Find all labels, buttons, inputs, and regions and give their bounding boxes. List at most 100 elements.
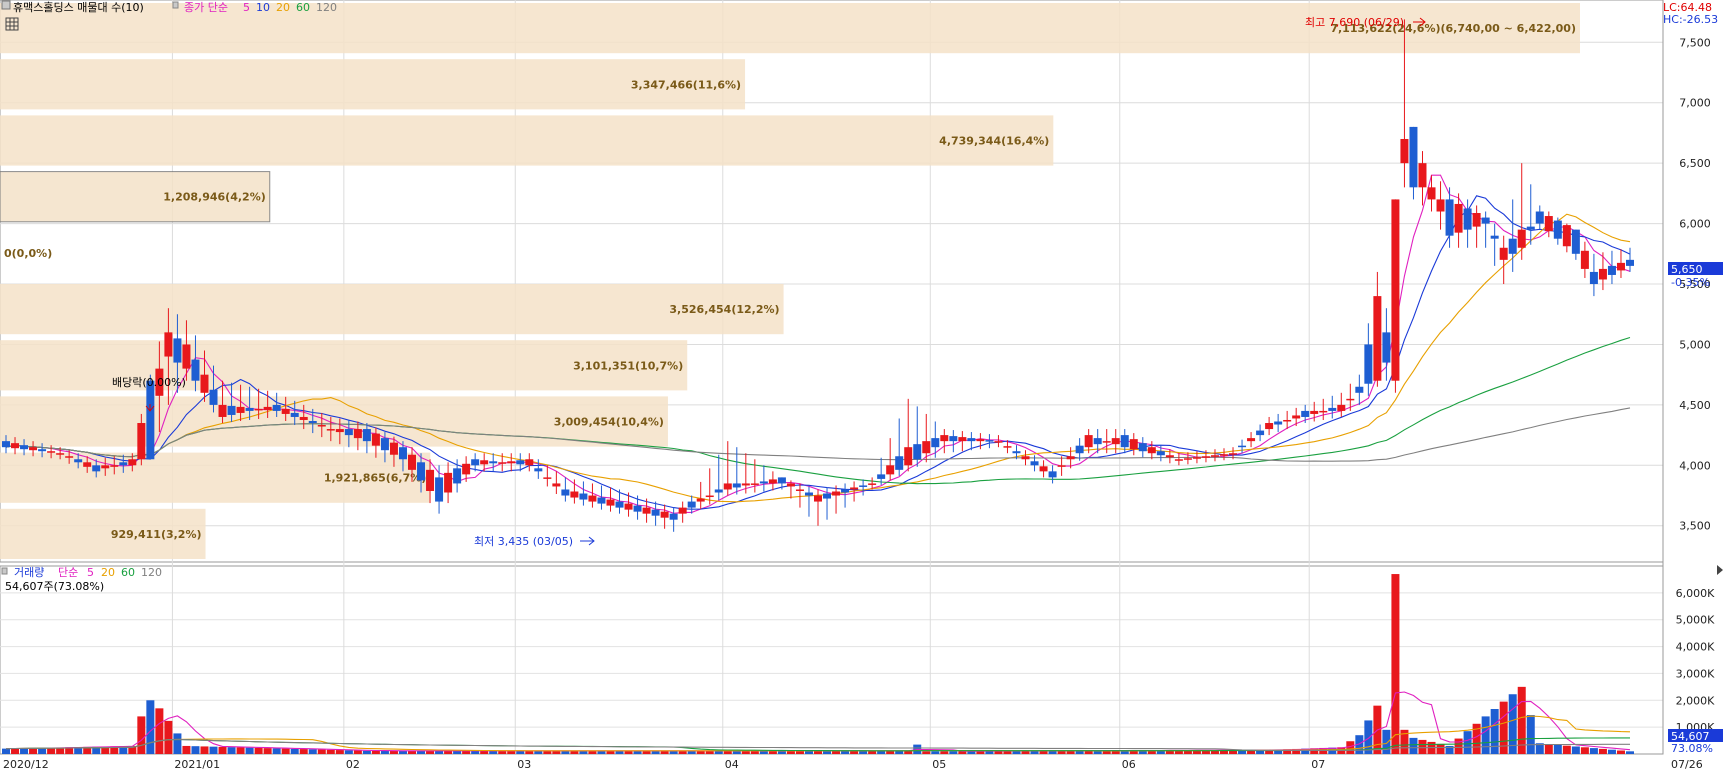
candle-body [814,495,822,502]
candle-body [489,461,498,464]
candle-body [326,429,335,431]
candle-body [1120,435,1129,448]
candle-body [850,487,859,490]
candle-body [615,501,624,508]
volume-bar [931,751,940,754]
candle-body [777,477,786,484]
volume-tick-label: 4,000K [1676,641,1715,654]
candle-body [804,492,813,496]
volume-bar [949,751,958,754]
candle-body [985,440,994,442]
candle-body [1382,332,1391,363]
candle-body [1445,199,1454,236]
volume-profile-label: 4,739,344(16,4%) [939,135,1049,148]
candle-body [498,462,507,464]
volume-bar [155,708,164,754]
candle-body [200,374,209,393]
candle-body [1093,438,1102,445]
volume-profile-bar [0,284,784,335]
candle-body [344,429,353,436]
candle-body [958,437,967,442]
volume-bar [173,733,182,754]
candle-body [579,493,588,500]
volume-bar [1463,731,1472,754]
volume-bar [1454,738,1463,754]
candle-body [146,380,155,460]
low-annotation: 최저 3,435 (03/05) [474,535,573,548]
candle-body [1256,430,1265,436]
volume-bar [308,749,317,754]
price-ma-5: 5 [243,1,250,14]
candle-body [1156,451,1165,456]
candle-body [1553,220,1562,239]
candle-body [1147,447,1156,454]
candle-body [1165,455,1174,458]
candle-body [759,481,768,484]
candle-body [1048,471,1057,478]
candle-body [886,465,895,475]
candle-body [245,407,254,411]
volume-tick-label: 3,000K [1676,667,1715,680]
price-ma-20: 20 [276,1,290,14]
legend-toggle-icon[interactable] [1,0,11,10]
candle-body [1301,410,1310,417]
stock-chart[interactable]: 929,411(3,2%) 1,921,865(6,7%) 3,009,454(10… [0,0,1723,775]
candle-body [1075,445,1084,454]
volume-bar [182,745,191,754]
candle-body [1535,211,1544,224]
candle-body [101,465,110,469]
candle-body [1337,404,1346,411]
volume-bar [29,748,38,754]
volume-bar [1382,729,1391,754]
candle-body [534,468,543,472]
candle-body [1626,259,1634,266]
candle-body [651,509,660,516]
candle-body [678,507,687,514]
candle-body [1066,456,1075,460]
candle-body [119,462,128,466]
candle-body [1210,455,1219,457]
volume-bar [1346,741,1355,754]
candle-body [56,453,65,455]
candle-body [1030,461,1039,466]
candle-body [1463,208,1472,230]
candle-body [164,332,173,357]
volume-bar [20,748,29,754]
volume-profile-label: 0(0,0%) [4,247,52,260]
candle-body [398,447,407,460]
volume-bar [380,750,389,754]
volume-bar [281,748,290,754]
candle-body [940,435,949,442]
high-annotation: 최고 7,690 (06/29) [1305,16,1404,29]
volume-legend-marker-icon[interactable] [1,567,8,575]
candle-body [931,438,940,448]
candle-body [687,501,696,508]
volume-bar [1598,748,1607,754]
candle-body [624,503,633,510]
candle-body [507,461,516,464]
candle-body [182,344,191,369]
candle-body [732,483,741,488]
candle-body [380,438,389,451]
candle-body [11,443,20,449]
candle-body [1418,163,1427,188]
volume-bar [263,748,272,754]
candle-body [1472,213,1481,227]
candle-body [967,438,976,442]
candle-body [1310,410,1319,414]
candle-body [38,449,47,452]
price-tick-label: 4,500 [1679,399,1711,412]
candle-body [254,408,263,411]
candle-body [1265,423,1274,430]
date-tick-label: 2021/01 [174,758,220,771]
candle-body [1174,459,1183,461]
volume-bar [1391,574,1400,754]
candle-body [895,456,904,470]
candle-body [426,469,435,491]
current-volume-ratio: 73.08% [1671,742,1713,755]
candle-body [1247,438,1256,442]
candle-body [335,429,344,433]
candle-body [1220,454,1228,456]
candle-body [1238,445,1247,448]
price-ma-10: 10 [256,1,270,14]
